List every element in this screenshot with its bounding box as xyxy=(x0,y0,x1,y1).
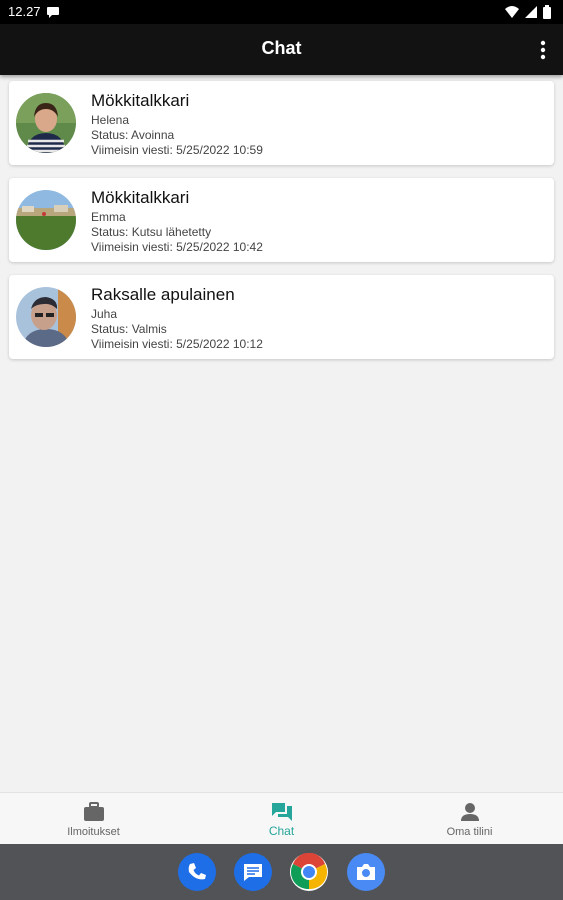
chat-title: Mökkitalkkari xyxy=(91,188,190,207)
chat-title: Raksalle apulainen xyxy=(91,285,235,304)
tab-label: Chat xyxy=(268,824,295,838)
status-bar: 12.27 xyxy=(0,0,563,24)
chat-last-message: Viimeisin viesti: 5/25/2022 10:42 xyxy=(91,240,263,254)
chat-last-message: Viimeisin viesti: 5/25/2022 10:59 xyxy=(91,143,263,157)
signal-icon xyxy=(525,6,537,18)
avatar xyxy=(16,287,76,347)
chat-participant: Emma xyxy=(91,210,126,224)
chat-participant: Helena xyxy=(91,113,130,127)
phone-icon[interactable] xyxy=(178,853,216,891)
status-time: 12.27 xyxy=(8,4,41,19)
notification-icon xyxy=(47,7,59,18)
battery-icon xyxy=(543,5,551,19)
messages-icon[interactable] xyxy=(234,853,272,891)
system-dock xyxy=(0,844,563,900)
camera-icon[interactable] xyxy=(347,853,385,891)
chat-status: Status: Kutsu lähetetty xyxy=(91,225,212,239)
chat-list-item[interactable]: Mökkitalkkari Helena Status: Avoinna Vii… xyxy=(9,81,554,165)
wifi-icon xyxy=(505,6,519,18)
briefcase-icon xyxy=(84,802,104,821)
chrome-icon[interactable] xyxy=(290,853,328,891)
page-title: Chat xyxy=(261,38,302,58)
tab-chat[interactable]: Chat xyxy=(188,793,375,845)
more-options-icon[interactable] xyxy=(539,39,547,61)
bottom-navigation: Ilmoitukset Chat Oma tilini xyxy=(0,792,563,844)
chat-participant: Juha xyxy=(91,307,118,321)
tab-ilmoitukset[interactable]: Ilmoitukset xyxy=(0,793,187,845)
chat-icon xyxy=(272,803,292,821)
chat-title: Mökkitalkkari xyxy=(91,91,190,110)
tab-oma-tilini[interactable]: Oma tilini xyxy=(376,793,563,845)
app-bar: Chat xyxy=(0,24,563,75)
chat-status: Status: Avoinna xyxy=(91,128,175,142)
person-icon xyxy=(461,803,479,821)
chat-list-item[interactable]: Mökkitalkkari Emma Status: Kutsu lähetet… xyxy=(9,178,554,262)
chat-last-message: Viimeisin viesti: 5/25/2022 10:12 xyxy=(91,337,263,351)
chat-list-item[interactable]: Raksalle apulainen Juha Status: Valmis V… xyxy=(9,275,554,359)
tab-label: Ilmoitukset xyxy=(67,826,120,838)
avatar xyxy=(16,93,76,153)
avatar xyxy=(16,190,76,250)
tab-label: Oma tilini xyxy=(446,826,493,838)
chat-status: Status: Valmis xyxy=(91,322,167,336)
